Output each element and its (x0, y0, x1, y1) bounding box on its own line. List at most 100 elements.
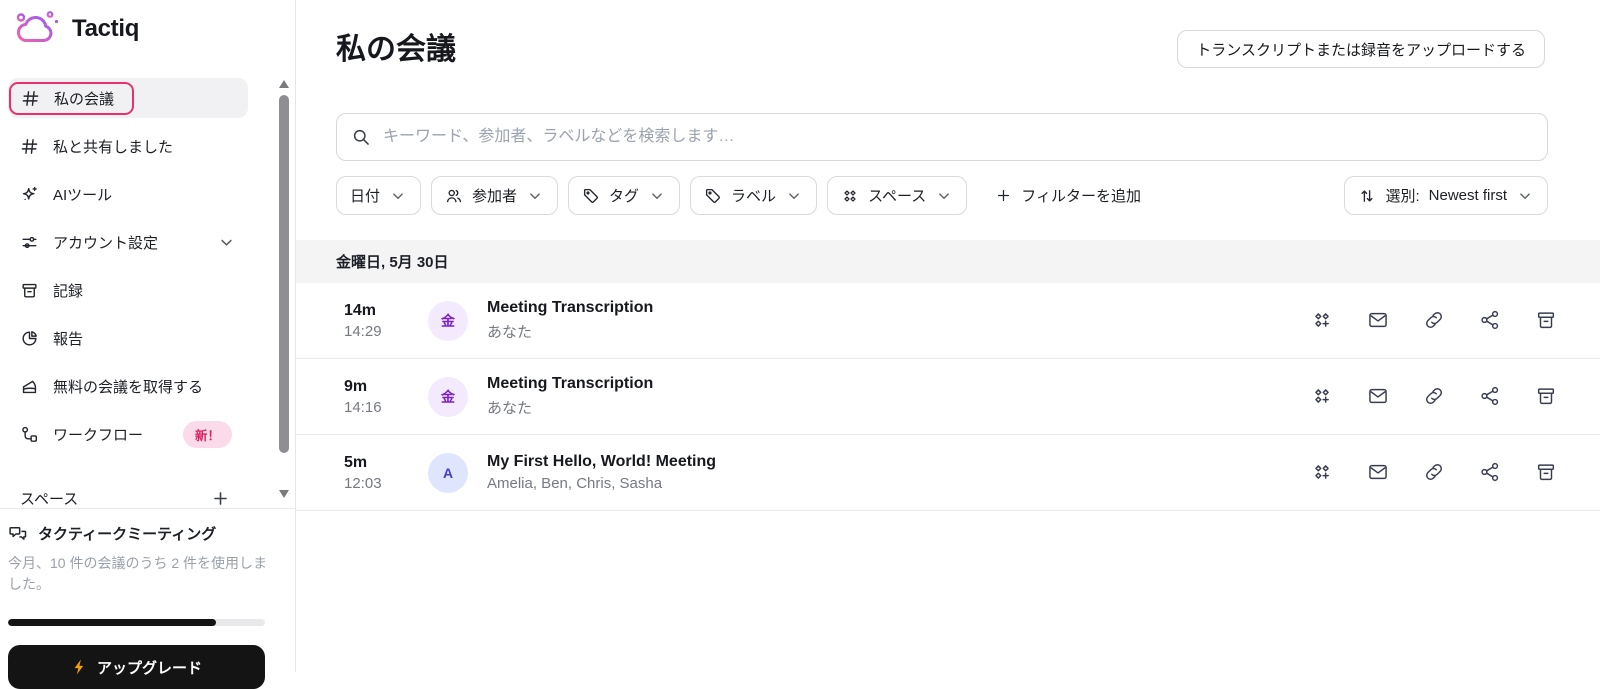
copy-link-button[interactable] (1422, 461, 1446, 485)
meeting-duration: 14m (344, 302, 428, 320)
meeting-time-column: 5m 12:03 (344, 454, 428, 492)
avatar: 金 (428, 301, 468, 341)
add-filter-label: フィルターを追加 (1021, 185, 1141, 206)
row-actions (1310, 385, 1558, 409)
filter-spaces-button[interactable]: スペース (827, 176, 967, 215)
email-button[interactable] (1366, 309, 1390, 333)
add-filter-button[interactable]: フィルターを追加 (989, 184, 1147, 207)
meeting-row[interactable]: 9m 14:16 金 Meeting Transcription あなた (296, 359, 1600, 435)
app-logo: Tactiq (14, 8, 139, 50)
link-icon (1423, 461, 1445, 483)
sidebar-item-label: 記録 (53, 280, 83, 301)
filter-spaces-label: スペース (868, 185, 926, 206)
usage-title: タクティークミーティング (38, 523, 216, 544)
filter-labels-button[interactable]: ラベル (690, 176, 817, 215)
archive-button[interactable] (1534, 461, 1558, 485)
filter-tags-button[interactable]: タグ (568, 176, 680, 215)
chevron-down-icon (648, 187, 666, 205)
sidebar-item-get-free-meetings[interactable]: 無料の会議を取得する (8, 366, 248, 406)
meeting-start-time: 12:03 (344, 475, 428, 492)
search-input[interactable] (381, 127, 1533, 147)
share-icon (1479, 461, 1501, 483)
chevron-down-icon (389, 187, 407, 205)
workflow-icon (20, 425, 39, 444)
share-button[interactable] (1478, 309, 1502, 333)
tag-icon (704, 187, 722, 205)
tactiq-cloud-logo-icon (14, 8, 60, 50)
new-badge: 新！ (183, 421, 232, 448)
share-button[interactable] (1478, 461, 1502, 485)
main-content: 私の会議 トランスクリプトまたは録音をアップロードする 日付 参加者 タグ ラベ… (296, 0, 1600, 672)
meeting-row[interactable]: 5m 12:03 A My First Hello, World! Meetin… (296, 435, 1600, 511)
meeting-meta: Meeting Transcription あなた (487, 375, 1310, 418)
envelope-icon (1367, 385, 1389, 407)
add-space-plus-icon[interactable] (211, 489, 230, 508)
usage-progress-fill (8, 619, 216, 626)
filter-date-button[interactable]: 日付 (336, 176, 421, 215)
sidebar-item-spaces[interactable]: スペース (8, 478, 248, 508)
sidebar-scrollbar[interactable] (278, 78, 290, 498)
sidebar-item-workflows[interactable]: ワークフロー 新！ (8, 414, 248, 454)
sidebar-item-label: スペース (20, 488, 78, 509)
scrollbar-thumb[interactable] (279, 95, 289, 453)
add-to-space-button[interactable] (1310, 385, 1334, 409)
meeting-participants: あなた (487, 321, 1310, 342)
scrollbar-down-arrow[interactable] (279, 490, 289, 498)
scrollbar-up-arrow[interactable] (279, 80, 289, 88)
sidebar-item-ai-tools[interactable]: AIツール (8, 174, 248, 214)
copy-link-button[interactable] (1422, 309, 1446, 333)
envelope-icon (1367, 461, 1389, 483)
sidebar-item-label: 私の会議 (54, 88, 114, 109)
meeting-time-column: 14m 14:29 (344, 302, 428, 340)
upgrade-button[interactable]: アップグレード (8, 645, 265, 689)
archive-box-icon (1535, 461, 1557, 483)
page-title: 私の会議 (336, 24, 456, 68)
filter-participants-label: 参加者 (472, 185, 517, 206)
filter-labels-label: ラベル (731, 185, 776, 206)
usage-text: 今月、10 件の会議のうち 2 件を使用しました。 (8, 553, 268, 595)
copy-link-button[interactable] (1422, 385, 1446, 409)
sidebar-item-account-settings[interactable]: アカウント設定 (8, 222, 248, 262)
sidebar-item-records[interactable]: 記録 (8, 270, 248, 310)
envelope-icon (1367, 309, 1389, 331)
search-icon (351, 127, 371, 147)
chevron-down-icon (526, 187, 544, 205)
sidebar-item-label: ワークフロー (53, 424, 143, 445)
sort-arrows-icon (1358, 187, 1376, 205)
sidebar-item-shared-with-me[interactable]: 私と共有しました (8, 126, 248, 166)
archive-button[interactable] (1534, 309, 1558, 333)
filter-participants-button[interactable]: 参加者 (431, 176, 558, 215)
sparkles-icon (20, 185, 39, 204)
upgrade-label: アップグレード (97, 657, 202, 678)
people-icon (445, 187, 463, 205)
sidebar-nav: 私の会議 私と共有しました AIツール アカウント設定 記録 報告 無料の会議を… (8, 70, 248, 508)
sidebar-item-reports[interactable]: 報告 (8, 318, 248, 358)
email-button[interactable] (1366, 385, 1390, 409)
sliders-icon (20, 233, 39, 252)
filter-date-label: 日付 (350, 185, 380, 206)
chevron-down-icon (217, 233, 236, 252)
archive-button[interactable] (1534, 385, 1558, 409)
share-icon (1479, 309, 1501, 331)
avatar: 金 (428, 377, 468, 417)
meeting-meta: My First Hello, World! Meeting Amelia, B… (487, 453, 1310, 492)
meeting-duration: 9m (344, 378, 428, 396)
tutorial-highlight-ring: 私の会議 (9, 82, 134, 115)
meeting-row[interactable]: 14m 14:29 金 Meeting Transcription あなた (296, 283, 1600, 359)
meeting-meta: Meeting Transcription あなた (487, 299, 1310, 342)
email-button[interactable] (1366, 461, 1390, 485)
search-bar[interactable] (336, 113, 1548, 161)
sidebar-item-my-meetings[interactable]: 私の会議 (8, 78, 248, 118)
archive-box-icon (1535, 385, 1557, 407)
meeting-participants: あなた (487, 397, 1310, 418)
sort-dropdown[interactable]: 選別: Newest first (1344, 176, 1548, 215)
usage-title-row: タクティークミーティング (8, 523, 216, 544)
add-to-space-button[interactable] (1310, 461, 1334, 485)
meeting-start-time: 14:29 (344, 323, 428, 340)
share-button[interactable] (1478, 385, 1502, 409)
add-to-space-icon (1311, 309, 1333, 331)
chevron-down-icon (1516, 187, 1534, 205)
chevron-down-icon (785, 187, 803, 205)
upload-transcript-button[interactable]: トランスクリプトまたは録音をアップロードする (1177, 30, 1545, 68)
add-to-space-button[interactable] (1310, 309, 1334, 333)
